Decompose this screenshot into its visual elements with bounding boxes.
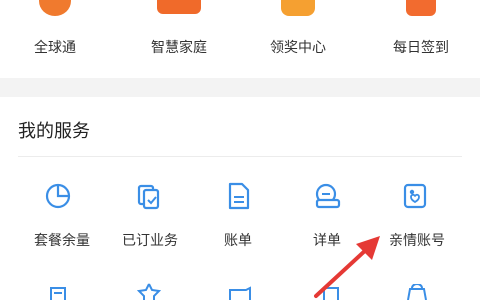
service-label-package-balance[interactable]: 套餐余量 (34, 230, 90, 250)
bill-document-icon[interactable] (222, 180, 254, 212)
family-account-icon[interactable] (399, 180, 431, 212)
shortcut-label-smart-home[interactable]: 智慧家庭 (151, 37, 207, 57)
document-icon[interactable] (48, 286, 72, 300)
daily-checkin-icon[interactable] (406, 0, 436, 16)
service-label-detail[interactable]: 详单 (313, 230, 341, 250)
bag-icon[interactable] (404, 284, 430, 300)
shortcut-label-prize-center[interactable]: 领奖中心 (270, 37, 326, 57)
section-title: 我的服务 (18, 121, 90, 142)
subscribed-service-icon[interactable] (133, 180, 165, 212)
pie-chart-icon[interactable] (42, 180, 74, 212)
prize-center-icon[interactable] (281, 0, 315, 16)
service-label-family-account[interactable]: 亲情账号 (389, 230, 445, 250)
badge-icon[interactable] (134, 282, 164, 300)
shortcut-label-daily-checkin[interactable]: 每日签到 (393, 37, 449, 57)
smart-home-icon[interactable] (157, 0, 201, 14)
divider (18, 156, 462, 157)
service-label-subscribed[interactable]: 已订业务 (122, 230, 178, 250)
detail-list-icon[interactable] (311, 180, 343, 212)
wallet-icon[interactable] (227, 286, 253, 300)
shortcut-label-globe[interactable]: 全球通 (34, 37, 76, 57)
list-icon[interactable] (320, 286, 344, 300)
service-label-bill[interactable]: 账单 (224, 230, 252, 250)
